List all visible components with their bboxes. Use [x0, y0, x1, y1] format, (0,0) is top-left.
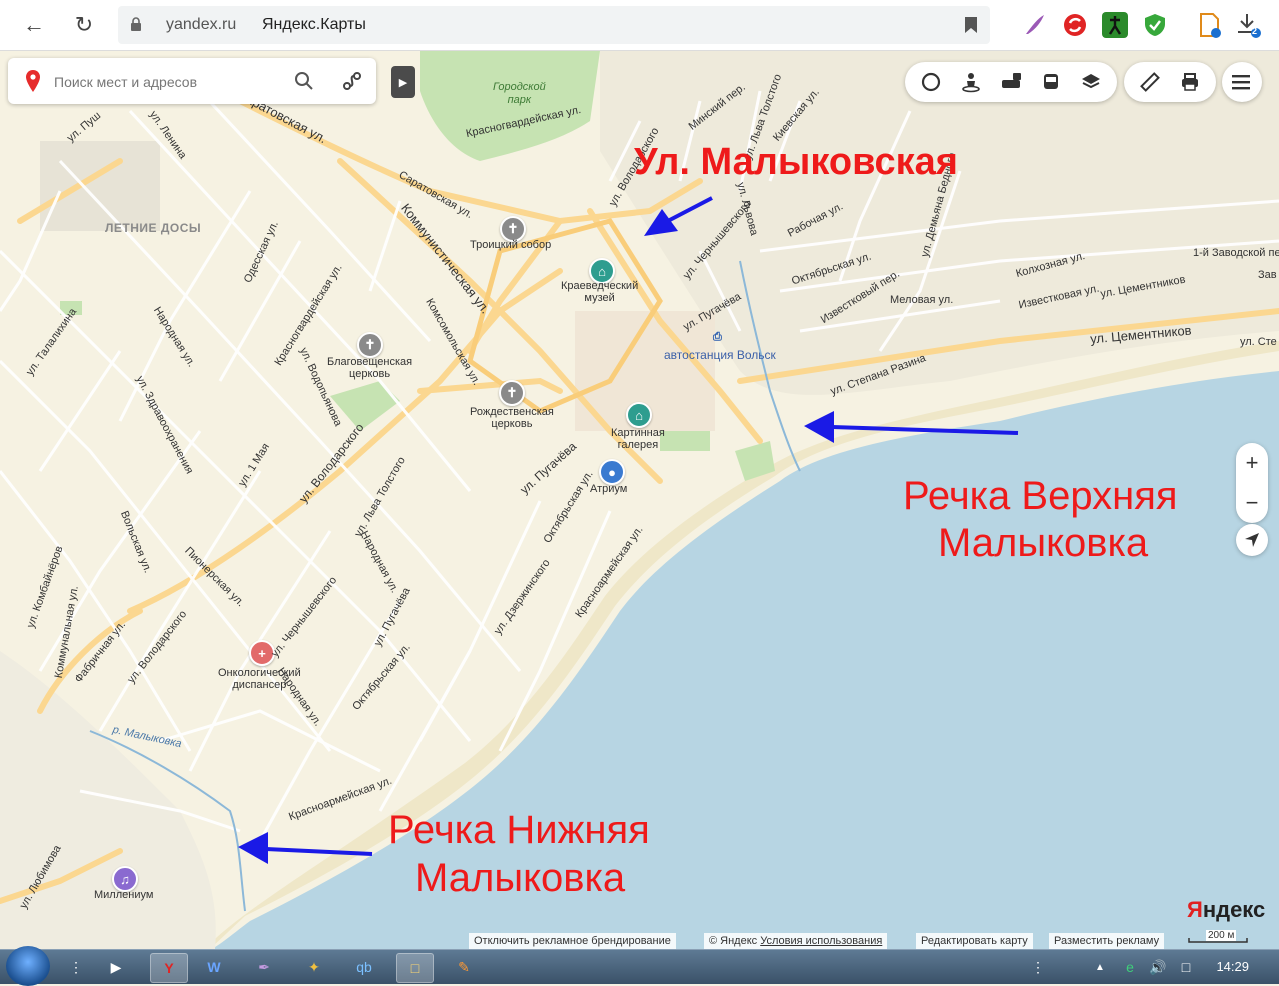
blagoveshch-label[interactable]: Благовещенская церковь [327, 356, 412, 380]
panel-toggle-button[interactable]: ▶ [391, 66, 415, 98]
museum-label[interactable]: Краеведческий музей [561, 280, 638, 304]
clock[interactable]: 14:29 [1216, 959, 1249, 974]
yandex-maps-pin-icon [26, 70, 40, 92]
zoom-in-button[interactable]: + [1236, 443, 1268, 483]
ruler-icon[interactable] [1130, 62, 1170, 102]
advertise-link[interactable]: Разместить рекламу [1049, 933, 1165, 949]
address-domain: yandex.ru [166, 16, 237, 33]
tray-grid-icon[interactable]: ⋮ [1020, 953, 1056, 981]
search-icon[interactable] [293, 70, 315, 92]
rozhdestv-label[interactable]: Рождественская церковь [470, 406, 554, 430]
zoom-out-button[interactable]: − [1236, 483, 1268, 523]
church-poi-icon[interactable]: ✝ [357, 332, 383, 358]
bus-station-label[interactable]: автостанция Вольск [664, 348, 776, 362]
shield-extension-icon[interactable] [1142, 12, 1168, 38]
editor-app-icon[interactable]: ✎ [446, 953, 482, 981]
network-icon[interactable]: □ [1168, 953, 1204, 981]
street-annotation: Ул. Малыковская [634, 141, 958, 183]
quill-extension-icon[interactable] [1022, 12, 1048, 38]
explorer-icon[interactable]: □ [396, 953, 434, 983]
downloads-icon[interactable]: 2 [1236, 12, 1262, 38]
troitsky-label[interactable]: Троицкий собор [470, 239, 551, 251]
copyright-text: © Яндекс [709, 935, 758, 947]
upper-river-annotation-line1: Речка Верхняя [903, 474, 1178, 518]
shop-poi-icon[interactable]: ● [599, 459, 625, 485]
transit-icon[interactable] [1031, 62, 1071, 102]
lock-icon [131, 17, 141, 31]
street-label: ул. Сте [1240, 336, 1277, 348]
bookmark-icon[interactable] [964, 16, 978, 34]
street-label: 1-й Заводской пер. [1193, 247, 1279, 259]
street-label: Меловая ул. [890, 294, 954, 306]
park-label[interactable]: Городской парк [493, 81, 546, 107]
search-input[interactable] [52, 70, 286, 94]
geolocation-icon[interactable] [1236, 524, 1268, 556]
windows-taskbar: ⋮ ▶ Y W ✒ ✦ qb □ ✎ ⋮ ▲ e 🔊 □ 14:29 [0, 946, 1279, 986]
lower-river-annotation-line1: Речка Нижняя [388, 808, 650, 852]
hamburger-menu-icon[interactable] [1222, 62, 1262, 102]
yandex-browser-icon[interactable]: Y [150, 953, 188, 983]
measure-print-toolbar [1124, 62, 1216, 102]
quill-app-icon[interactable]: ✒ [246, 953, 282, 981]
panorama-icon[interactable] [911, 62, 951, 102]
print-icon[interactable] [1170, 62, 1210, 102]
district-label: ЛЕТНИЕ ДОСЫ [105, 221, 202, 235]
street-view-icon[interactable] [951, 62, 991, 102]
qbittorrent-icon[interactable]: qb [346, 953, 382, 981]
gallery-label[interactable]: Картинная галерея [611, 427, 665, 451]
back-arrow-icon[interactable]: ← [18, 9, 50, 41]
reload-icon[interactable]: ↻ [68, 9, 100, 41]
bus-station-icon[interactable]: ⎙ [713, 331, 722, 344]
scale-label: 200 м [1206, 930, 1237, 941]
route-icon[interactable] [340, 69, 364, 93]
wand-app-icon[interactable]: ✦ [296, 953, 332, 981]
media-app-icon[interactable]: ▶ [98, 953, 134, 981]
browser-toolbar: ← ↻ yandex.ru Яндекс.Карты 2 [0, 0, 1279, 51]
sync-extension-icon[interactable] [1062, 12, 1088, 38]
terms-link[interactable]: Условия использования [760, 935, 882, 947]
lower-river-annotation-line2: Малыковка [415, 856, 626, 900]
figure-extension-icon[interactable] [1102, 12, 1128, 38]
traffic-icon[interactable] [991, 62, 1031, 102]
atrium-label[interactable]: Атриум [590, 483, 627, 495]
yandex-logo: Яндекс [1187, 897, 1266, 922]
search-panel [8, 58, 376, 104]
gallery-poi-icon[interactable]: ⌂ [626, 402, 652, 428]
word-app-icon[interactable]: W [196, 953, 232, 981]
zoom-control: + − [1236, 443, 1268, 523]
document-extension-icon[interactable] [1196, 12, 1222, 38]
menu-toolbar [1222, 62, 1262, 102]
downloads-badge: 2 [1252, 26, 1258, 36]
church-poi-icon[interactable]: ✝ [499, 380, 525, 406]
street-label: Зав [1258, 269, 1277, 281]
address-page-title: Яндекс.Карты [262, 16, 366, 33]
scale-bar: 200 м [1188, 930, 1248, 943]
windows-start-icon[interactable] [6, 946, 50, 986]
upper-river-annotation-line2: Малыковка [938, 521, 1149, 565]
copyright-terms: © Яндекс Условия использования [704, 933, 888, 949]
grid-app-icon[interactable]: ⋮ [58, 953, 94, 981]
millenium-label[interactable]: Миллениум [94, 889, 153, 901]
map-layers-toolbar [905, 62, 1117, 102]
disable-branding-link[interactable]: Отключить рекламное брендирование [469, 933, 676, 949]
edit-map-link[interactable]: Редактировать карту [916, 933, 1033, 949]
layers-icon[interactable] [1071, 62, 1111, 102]
address-bar[interactable]: yandex.ru Яндекс.Карты [118, 6, 990, 44]
